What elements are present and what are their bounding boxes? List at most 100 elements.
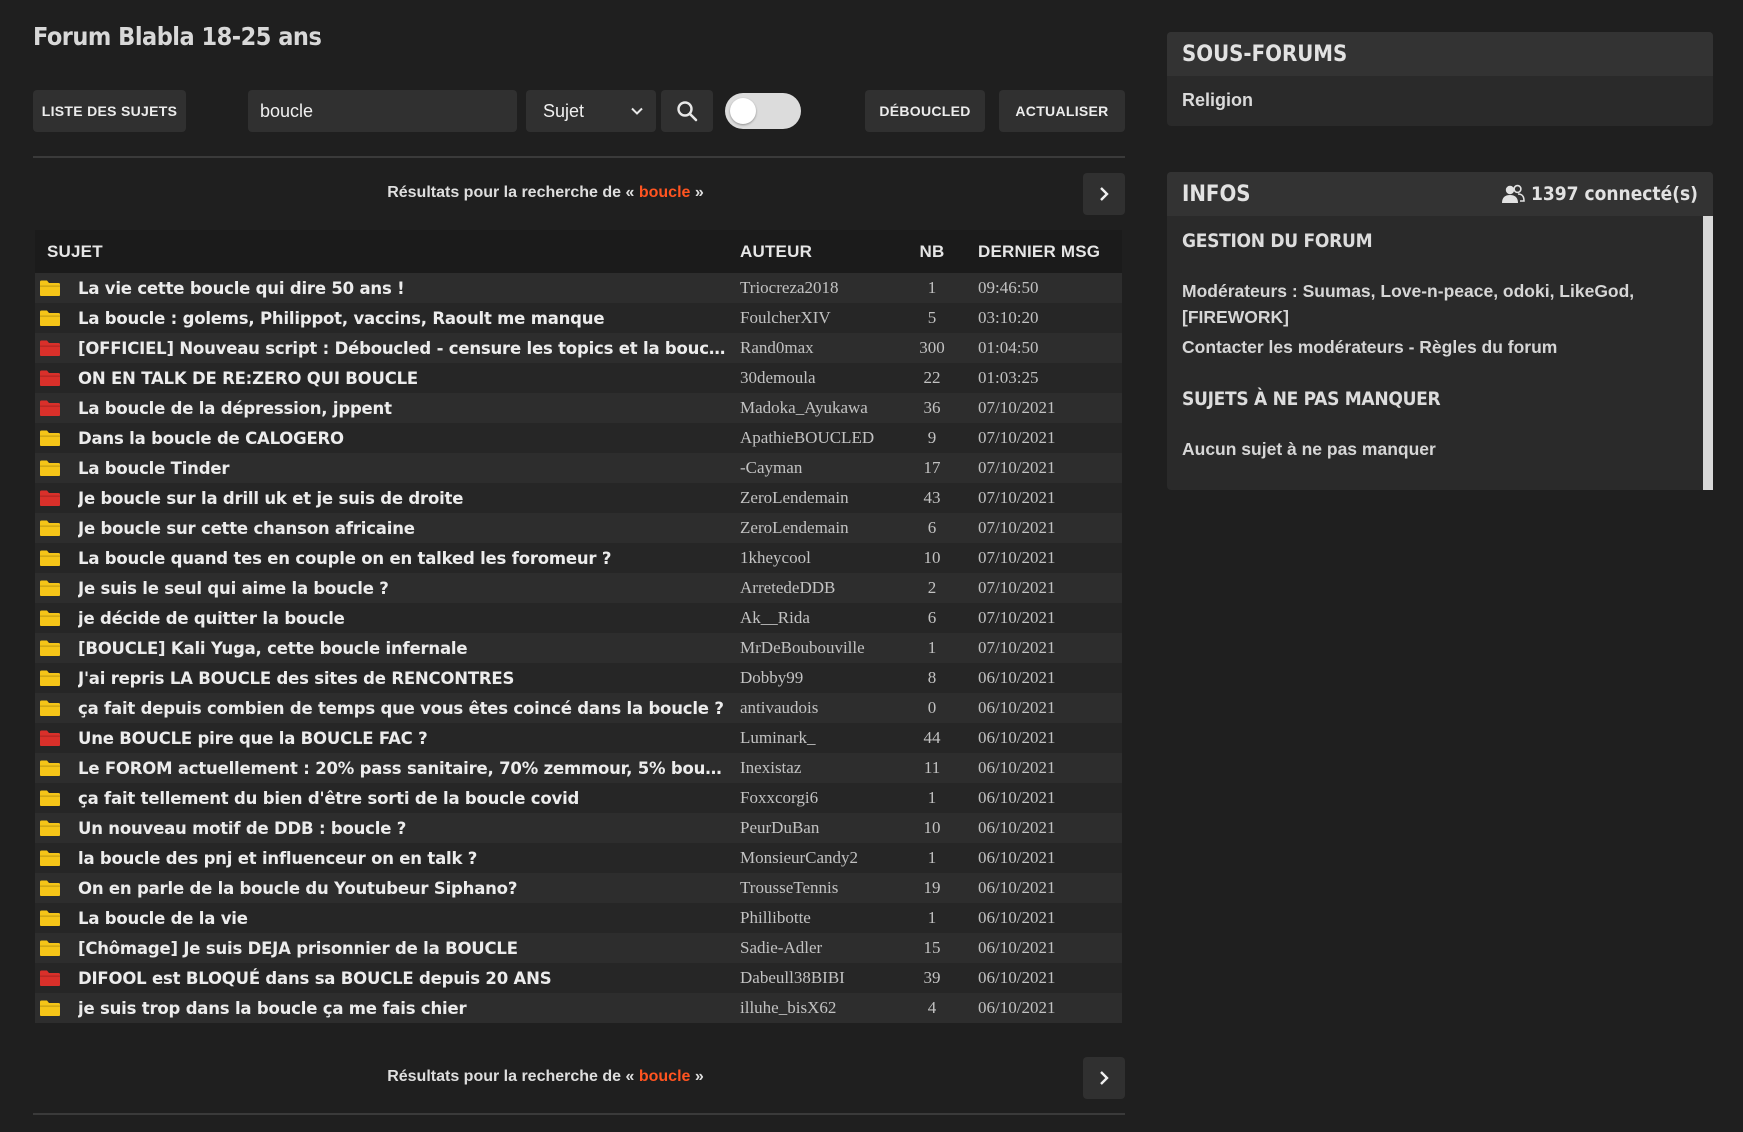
topic-list-button[interactable]: LISTE DES SUJETS [33, 90, 186, 132]
table-row[interactable]: DIFOOL est BLOQUÉ dans sa BOUCLE depuis … [35, 963, 1123, 993]
topic-subject-link[interactable]: On en parle de la boucle du Youtubeur Si… [78, 873, 741, 903]
topic-subject-link[interactable]: ça fait tellement du bien d'être sorti d… [78, 783, 741, 813]
refresh-button[interactable]: ACTUALISER [999, 90, 1125, 132]
table-row[interactable]: la boucle des pnj et influenceur on en t… [35, 843, 1123, 873]
topic-author[interactable]: ZeroLendemain [740, 483, 901, 513]
topic-subject-link[interactable]: Un nouveau motif de DDB : boucle ? [78, 813, 741, 843]
topic-subject-link[interactable]: je décide de quitter la boucle [78, 603, 741, 633]
topic-last-message[interactable]: 07/10/2021 [964, 573, 1123, 603]
topic-last-message[interactable]: 06/10/2021 [964, 663, 1123, 693]
table-row[interactable]: ça fait tellement du bien d'être sorti d… [35, 783, 1123, 813]
topic-last-message[interactable]: 07/10/2021 [964, 603, 1123, 633]
table-row[interactable]: Dans la boucle de CALOGERO ApathieBOUCLED… [35, 423, 1123, 453]
table-row[interactable]: Un nouveau motif de DDB : boucle ? PeurDu… [35, 813, 1123, 843]
topic-subject-link[interactable]: La boucle de la dépression, jppent [78, 393, 741, 423]
topic-author[interactable]: Dobby99 [740, 663, 901, 693]
table-row[interactable]: [Chômage] Je suis DEJA prisonnier de la … [35, 933, 1123, 963]
topic-last-message[interactable]: 06/10/2021 [964, 813, 1123, 843]
topic-last-message[interactable]: 07/10/2021 [964, 453, 1123, 483]
table-row[interactable]: La vie cette boucle qui dire 50 ans ! Tri… [35, 273, 1123, 303]
topic-last-message[interactable]: 07/10/2021 [964, 633, 1123, 663]
topic-author[interactable]: Ak__Rida [740, 603, 901, 633]
topic-last-message[interactable]: 06/10/2021 [964, 903, 1123, 933]
topic-last-message[interactable]: 06/10/2021 [964, 723, 1123, 753]
topic-author[interactable]: MrDeBoubouville [740, 633, 901, 663]
table-row[interactable]: [BOUCLE] Kali Yuga, cette boucle inferna… [35, 633, 1123, 663]
topic-last-message[interactable]: 06/10/2021 [964, 753, 1123, 783]
filter-toggle[interactable] [725, 93, 801, 129]
topic-last-message[interactable]: 09:46:50 [964, 273, 1123, 303]
topic-author[interactable]: Sadie-Adler [740, 933, 901, 963]
topic-author[interactable]: Rand0max [740, 333, 901, 363]
deboucled-button[interactable]: DÉBOUCLED [865, 90, 985, 132]
topic-subject-link[interactable]: La boucle Tinder [78, 453, 741, 483]
topic-last-message[interactable]: 07/10/2021 [964, 543, 1123, 573]
topic-subject-link[interactable]: Je boucle sur cette chanson africaine [78, 513, 741, 543]
topic-subject-link[interactable]: Une BOUCLE pire que la BOUCLE FAC ? [78, 723, 741, 753]
table-row[interactable]: La boucle de la vie Phillibotte 1 06/10/202… [35, 903, 1123, 933]
topic-author[interactable]: TrousseTennis [740, 873, 901, 903]
table-row[interactable]: La boucle : golems, Philippot, vaccins, … [35, 303, 1123, 333]
topic-subject-link[interactable]: La vie cette boucle qui dire 50 ans ! [78, 273, 741, 303]
topic-author[interactable]: Madoka_Ayukawa [740, 393, 901, 423]
topic-author[interactable]: PeurDuBan [740, 813, 901, 843]
table-row[interactable]: Je suis le seul qui aime la boucle ? Arre… [35, 573, 1123, 603]
topic-last-message[interactable]: 07/10/2021 [964, 513, 1123, 543]
topic-author[interactable]: MonsieurCandy2 [740, 843, 901, 873]
topic-last-message[interactable]: 03:10:20 [964, 303, 1123, 333]
topic-last-message[interactable]: 06/10/2021 [964, 933, 1123, 963]
subforum-link-religion[interactable]: Religion [1167, 76, 1713, 125]
topic-author[interactable]: Luminark_ [740, 723, 901, 753]
topic-last-message[interactable]: 01:03:25 [964, 363, 1123, 393]
topic-last-message[interactable]: 07/10/2021 [964, 483, 1123, 513]
topic-author[interactable]: antivaudois [740, 693, 901, 723]
topic-last-message[interactable]: 01:04:50 [964, 333, 1123, 363]
topic-author[interactable]: Inexistaz [740, 753, 901, 783]
topic-subject-link[interactable]: Dans la boucle de CALOGERO [78, 423, 741, 453]
table-row[interactable]: La boucle de la dépression, jppent Madoka… [35, 393, 1123, 423]
table-row[interactable]: La boucle Tinder -Cayman 17 07/10/2021 [35, 453, 1123, 483]
topic-author[interactable]: Phillibotte [740, 903, 901, 933]
topic-subject-link[interactable]: Le FOROM actuellement : 20% pass sanitai… [78, 753, 741, 783]
topic-subject-link[interactable]: je suis trop dans la boucle ça me fais c… [78, 993, 741, 1023]
topic-subject-link[interactable]: [Chômage] Je suis DEJA prisonnier de la … [78, 933, 741, 963]
topic-subject-link[interactable]: Je boucle sur la drill uk et je suis de … [78, 483, 741, 513]
topic-last-message[interactable]: 06/10/2021 [964, 783, 1123, 813]
next-page-button-bottom[interactable] [1083, 1057, 1125, 1099]
topic-last-message[interactable]: 07/10/2021 [964, 393, 1123, 423]
topic-author[interactable]: ArretedeDDB [740, 573, 901, 603]
topic-author[interactable]: 1kheycool [740, 543, 901, 573]
search-type-select[interactable]: Sujet [526, 90, 656, 132]
search-input[interactable] [248, 90, 517, 132]
topic-author[interactable]: Triocreza2018 [740, 273, 901, 303]
topic-author[interactable]: ZeroLendemain [740, 513, 901, 543]
topic-subject-link[interactable]: la boucle des pnj et influenceur on en t… [78, 843, 741, 873]
table-row[interactable]: [OFFICIEL] Nouveau script : Déboucled - … [35, 333, 1123, 363]
table-row[interactable]: ça fait depuis combien de temps que vous… [35, 693, 1123, 723]
topic-subject-link[interactable]: La boucle de la vie [78, 903, 741, 933]
topic-subject-link[interactable]: La boucle quand tes en couple on en talk… [78, 543, 741, 573]
topic-last-message[interactable]: 06/10/2021 [964, 843, 1123, 873]
topic-last-message[interactable]: 06/10/2021 [964, 873, 1123, 903]
table-row[interactable]: La boucle quand tes en couple on en talk… [35, 543, 1123, 573]
table-row[interactable]: Une BOUCLE pire que la BOUCLE FAC ? Lumin… [35, 723, 1123, 753]
table-row[interactable]: J'ai repris LA BOUCLE des sites de RENCO… [35, 663, 1123, 693]
topic-subject-link[interactable]: Je suis le seul qui aime la boucle ? [78, 573, 741, 603]
table-row[interactable]: Je boucle sur cette chanson africaine Zer… [35, 513, 1123, 543]
table-row[interactable]: On en parle de la boucle du Youtubeur Si… [35, 873, 1123, 903]
search-button[interactable] [661, 90, 713, 132]
next-page-button[interactable] [1083, 173, 1125, 215]
table-row[interactable]: je décide de quitter la boucle Ak__Rida 6 0… [35, 603, 1123, 633]
topic-author[interactable]: FoulcherXIV [740, 303, 901, 333]
topic-last-message[interactable]: 06/10/2021 [964, 963, 1123, 993]
topic-subject-link[interactable]: [OFFICIEL] Nouveau script : Déboucled - … [78, 333, 741, 363]
topic-author[interactable]: Foxxcorgi6 [740, 783, 901, 813]
topic-last-message[interactable]: 06/10/2021 [964, 993, 1123, 1023]
topic-author[interactable]: Dabeull38BIBI [740, 963, 901, 993]
topic-last-message[interactable]: 07/10/2021 [964, 423, 1123, 453]
table-row[interactable]: je suis trop dans la boucle ça me fais c… [35, 993, 1123, 1023]
topic-subject-link[interactable]: DIFOOL est BLOQUÉ dans sa BOUCLE depuis … [78, 963, 741, 993]
table-row[interactable]: Le FOROM actuellement : 20% pass sanitai… [35, 753, 1123, 783]
topic-subject-link[interactable]: [BOUCLE] Kali Yuga, cette boucle inferna… [78, 633, 741, 663]
scrollbar[interactable] [1703, 216, 1713, 490]
